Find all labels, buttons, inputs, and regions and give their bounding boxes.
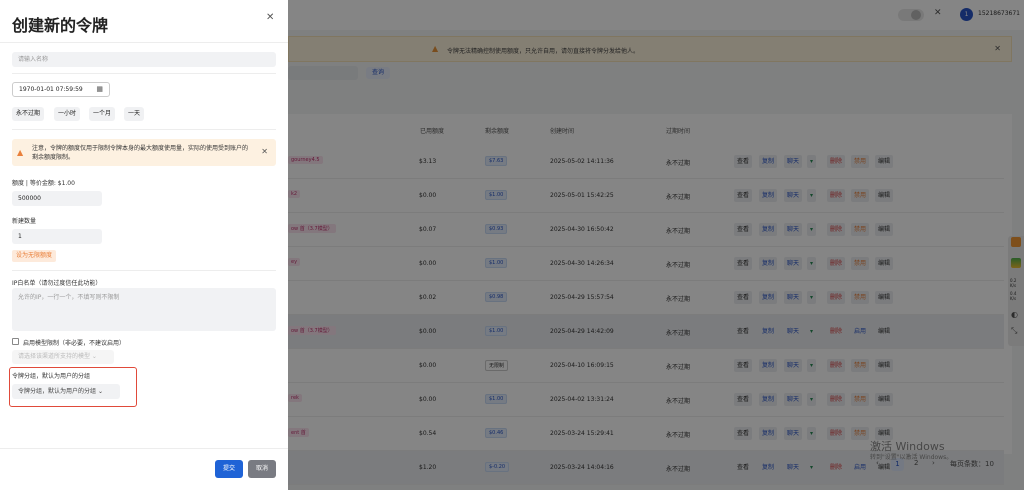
one-day-button[interactable]: 一天 [124,107,145,121]
group-select[interactable]: 令牌分组，默认为用户的分组 ⌄ [12,384,120,399]
model-limit-checkbox[interactable] [12,338,19,345]
modal-overlay[interactable] [288,0,1024,490]
quota-label: 额度 | 等价金额: $1.00 [12,180,75,187]
unlimited-quota-button[interactable]: 设为无限额度 [12,250,57,262]
divider [0,448,288,449]
model-select: 请选择该渠道所支持的模型 ⌄ [12,350,114,364]
quota-alert: ▲ 注意，令牌的额度仅用于限制令牌本身的最大额度使用量，实际的使用受到账户的剩余… [12,139,276,166]
never-expire-button[interactable]: 永不过期 [12,107,45,121]
ip-whitelist-textarea[interactable]: 允许的IP，一行一个，不填写则不限制 [12,288,276,331]
submit-button[interactable]: 提交 [215,460,243,478]
warning-icon: ▲ [17,148,24,157]
quota-input[interactable]: 500000 [12,191,102,206]
alert-text: 注意，令牌的额度仅用于限制令牌本身的最大额度使用量，实际的使用受到账户的剩余额度… [32,145,249,161]
group-label: 令牌分组，默认为用户的分组 [12,373,91,380]
expire-date-value: 1970-01-01 07:59:59 [19,86,83,93]
calendar-icon[interactable]: ▦ [96,83,103,96]
chevron-down-icon: ⌄ [97,388,103,395]
one-hour-button[interactable]: 一小时 [54,107,81,121]
count-label: 新建数量 [12,218,37,225]
divider [12,73,276,74]
divider [12,129,276,130]
drawer-title: 创建新的令牌 [12,16,109,35]
ip-whitelist-label: IP白名单（请勿过度信任此功能） [12,280,102,287]
name-input[interactable]: 请输入名称 [12,52,276,67]
close-icon[interactable]: ✕ [266,12,274,23]
model-select-placeholder: 请选择该渠道所支持的模型 [18,353,91,360]
one-month-button[interactable]: 一个月 [89,107,116,121]
close-icon[interactable]: ✕ [261,147,268,156]
divider [12,270,276,271]
cancel-button[interactable]: 取消 [248,460,276,478]
divider [0,42,288,43]
expire-date-input[interactable]: 1970-01-01 07:59:59 ▦ [12,82,110,97]
group-select-value: 令牌分组，默认为用户的分组 [18,388,97,395]
model-limit-label: 启用模型限制（非必要，不建议启用） [23,340,126,347]
count-input[interactable]: 1 [12,229,102,244]
create-token-drawer: 创建新的令牌 ✕ 请输入名称 1970-01-01 07:59:59 ▦ 永不过… [0,0,288,490]
